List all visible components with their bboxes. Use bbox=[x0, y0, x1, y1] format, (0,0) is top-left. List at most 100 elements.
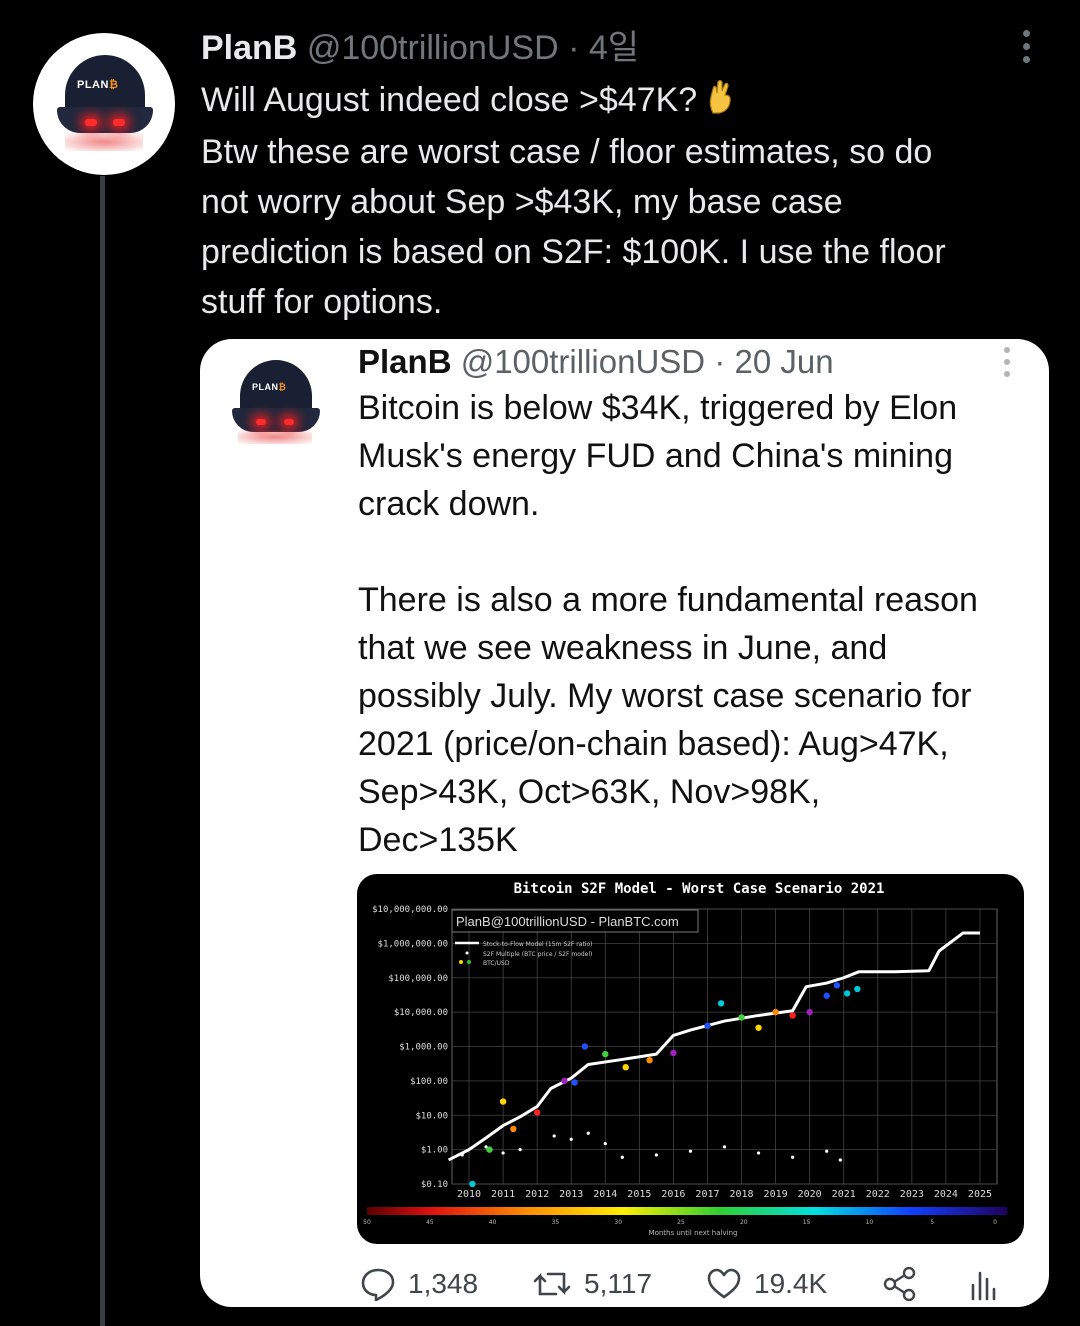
s2f-multiple-point bbox=[756, 1151, 761, 1155]
s2f-multiple-point bbox=[552, 1134, 556, 1138]
quoted-more-options-icon[interactable] bbox=[1000, 347, 1014, 379]
quoted-tweet-timestamp[interactable]: 20 Jun bbox=[734, 343, 833, 380]
retweet-button[interactable]: 5,117 bbox=[532, 1261, 652, 1307]
quoted-tweet-line: There is also a more fundamental reason bbox=[358, 581, 978, 619]
author-name[interactable]: PlanB bbox=[201, 29, 297, 67]
author-handle[interactable]: @100trillionUSD bbox=[307, 29, 559, 67]
btc-price-point bbox=[854, 985, 861, 993]
reply-button[interactable]: 1,348 bbox=[360, 1261, 478, 1307]
y-tick-label: $10,000,000.00 bbox=[372, 905, 448, 915]
y-tick-label: $100,000.00 bbox=[388, 974, 448, 984]
quoted-avatar[interactable]: PLAN₿ bbox=[226, 352, 324, 450]
x-axis-ticks: 2010 2011 2012 2013 2014 2015 2016 2017 2018 2019… bbox=[457, 1189, 992, 1200]
x-tick-label: 2022 bbox=[866, 1189, 890, 1200]
x-tick-label: 2021 bbox=[832, 1189, 856, 1200]
y-axis-ticks: $10,000,000.00 $1,000,000.00 $100,000.00 $1… bbox=[372, 905, 448, 1190]
retweet-count: 5,117 bbox=[584, 1268, 652, 1299]
quoted-author-handle[interactable]: @100trillionUSD bbox=[461, 343, 705, 380]
legend-marker-multiple bbox=[465, 951, 469, 955]
colorbar-tick-label: 25 bbox=[677, 1219, 685, 1226]
quoted-author-name[interactable]: PlanB bbox=[358, 343, 452, 380]
legend-marker-btc-yellow bbox=[459, 960, 463, 964]
colorbar-tick-label: 30 bbox=[614, 1219, 622, 1226]
tweet-actions-bar: 1,348 5,117 19.4K bbox=[360, 1261, 1020, 1307]
tweet-line: Will August indeed close >$47K? bbox=[201, 81, 698, 119]
s2f-chart-image[interactable]: Bitcoin S2F Model - Worst Case Scenario … bbox=[357, 874, 1024, 1244]
quoted-tweet-line: that we see weakness in June, and bbox=[358, 629, 888, 667]
s2f-multiple-point bbox=[569, 1137, 573, 1141]
x-tick-label: 2020 bbox=[798, 1189, 822, 1200]
like-count: 19.4K bbox=[754, 1268, 828, 1299]
separator-dot: · bbox=[714, 343, 726, 380]
reply-icon bbox=[360, 1267, 396, 1301]
x-tick-label: 2013 bbox=[559, 1189, 583, 1200]
cap-logo-text: PLAN bbox=[252, 382, 279, 392]
analytics-icon bbox=[968, 1267, 998, 1301]
quoted-tweet-line bbox=[358, 528, 1038, 576]
y-tick-label: $100.00 bbox=[410, 1077, 448, 1087]
x-tick-label: 2011 bbox=[491, 1189, 515, 1200]
btc-price-point bbox=[561, 1077, 568, 1085]
colorbar-tick-label: 15 bbox=[803, 1219, 811, 1226]
tweet-line: prediction is based on S2F: $100K. I use… bbox=[201, 233, 946, 271]
y-tick-label: $1,000,000.00 bbox=[378, 939, 448, 949]
x-tick-label: 2012 bbox=[525, 1189, 549, 1200]
btc-price-point bbox=[571, 1079, 578, 1086]
x-tick-label: 2025 bbox=[968, 1189, 992, 1200]
quoted-tweet-line: Bitcoin is below $34K, triggered by Elon bbox=[358, 389, 958, 427]
more-options-icon[interactable] bbox=[1016, 30, 1038, 66]
btc-price-point bbox=[738, 1014, 745, 1021]
btc-price-point bbox=[823, 992, 830, 999]
s2f-multiple-point bbox=[501, 1151, 505, 1155]
btc-price-point bbox=[755, 1024, 762, 1031]
x-tick-label: 2024 bbox=[934, 1189, 958, 1200]
btc-price-point bbox=[469, 1180, 476, 1188]
legend-label-multiple: S2F Multiple (BTC price / S2F model) bbox=[483, 951, 592, 958]
x-tick-label: 2015 bbox=[627, 1189, 651, 1200]
tweet-text: Will August indeed close >$47K? Btw thes… bbox=[201, 75, 1051, 327]
y-tick-label: $10,000.00 bbox=[394, 1008, 448, 1018]
s2f-multiple-point bbox=[722, 1145, 727, 1149]
chart-title: Bitcoin S2F Model - Worst Case Scenario … bbox=[514, 881, 885, 897]
legend-marker-btc-green bbox=[467, 960, 471, 964]
quoted-tweet-line: Sep>43K, Oct>63K, Nov>98K, bbox=[358, 773, 821, 811]
colorbar-tick-label: 40 bbox=[489, 1219, 497, 1226]
s2f-multiple-point bbox=[791, 1155, 795, 1159]
quoted-tweet-line: crack down. bbox=[358, 485, 540, 523]
legend-label-s2f: Stock-to-Flow Model (15m S2F ratio) bbox=[483, 941, 592, 948]
cap-logo-text: PLAN bbox=[77, 79, 109, 91]
like-button[interactable]: 19.4K bbox=[706, 1261, 827, 1307]
quoted-tweet-line: 2021 (price/on-chain based): Aug>47K, bbox=[358, 725, 949, 763]
btc-price-point bbox=[646, 1056, 653, 1064]
colorbar-labels: 50 45 40 35 30 25 20 15 10 5 0 bbox=[363, 1219, 997, 1226]
tweet-line: stuff for options. bbox=[201, 283, 443, 321]
btc-price-point bbox=[670, 1049, 677, 1057]
btc-price-point bbox=[717, 1000, 725, 1007]
avatar[interactable]: PLAN₿ bbox=[33, 33, 175, 175]
colorbar-tick-label: 50 bbox=[363, 1219, 371, 1226]
chart-series bbox=[447, 931, 980, 1188]
x-tick-label: 2010 bbox=[457, 1189, 481, 1200]
y-tick-label: $1.00 bbox=[421, 1146, 448, 1156]
crossed-fingers-emoji-icon bbox=[707, 77, 733, 127]
x-tick-label: 2019 bbox=[764, 1189, 788, 1200]
analytics-button[interactable] bbox=[968, 1261, 998, 1307]
colorbar-tick-label: 0 bbox=[993, 1219, 997, 1226]
share-button[interactable] bbox=[882, 1261, 918, 1307]
cap-image: PLAN₿ bbox=[230, 360, 320, 444]
colorbar-tick-label: 10 bbox=[866, 1219, 874, 1226]
s2f-multiple-point bbox=[586, 1131, 590, 1135]
x-tick-label: 2017 bbox=[695, 1189, 719, 1200]
quoted-tweet-line: Dec>135K bbox=[358, 821, 518, 859]
btc-price-point bbox=[789, 1012, 796, 1019]
colorbar-tick-label: 45 bbox=[426, 1219, 434, 1226]
s2f-multiple-point bbox=[518, 1148, 522, 1152]
quoted-tweet-card[interactable]: PLAN₿ PlanB @100trillionUSD · 20 Jun Bit… bbox=[200, 339, 1049, 1307]
btc-price-point bbox=[704, 1022, 711, 1030]
tweet-timestamp[interactable]: 4일 bbox=[589, 29, 639, 67]
s2f-multiple-point bbox=[688, 1149, 693, 1153]
btc-price-point bbox=[772, 1008, 779, 1016]
btc-price-point bbox=[806, 1008, 813, 1016]
colorbar-tick-label: 20 bbox=[740, 1219, 748, 1226]
s2f-multiple-point bbox=[460, 1153, 464, 1157]
